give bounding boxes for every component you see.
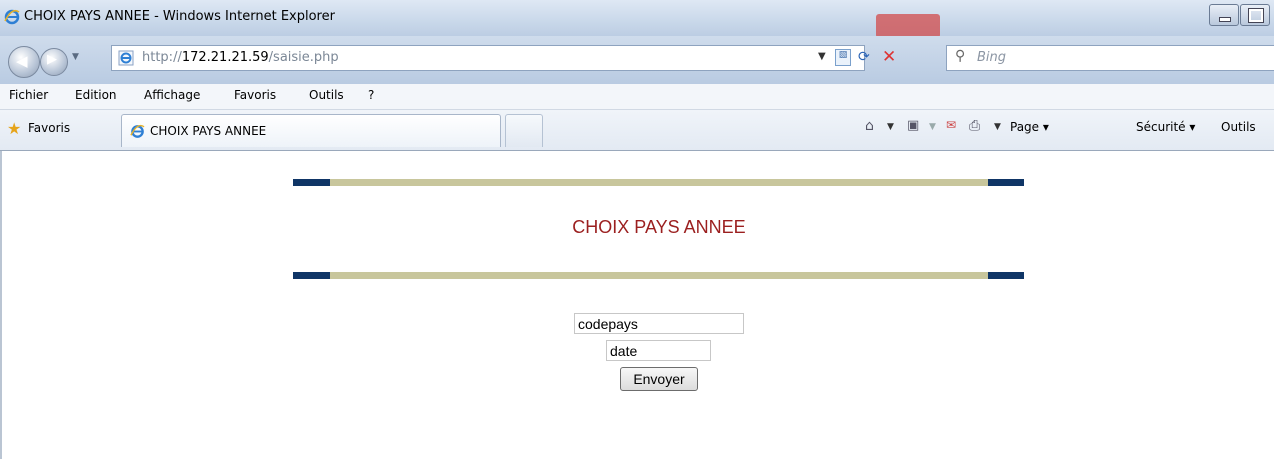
home-dropdown-icon[interactable]: ▼ [887, 122, 894, 132]
ie-icon [130, 124, 145, 138]
menu-item-favoris[interactable]: Favoris [234, 88, 276, 102]
codepays-input[interactable]: codepays [574, 313, 744, 334]
bar-end-right [988, 179, 1024, 186]
menu-bar: Fichier Edition Affichage Favoris Outils… [0, 84, 1274, 110]
url-path: /saisie.php [268, 50, 339, 65]
ie-icon [4, 9, 20, 25]
url-prefix: http:// [142, 50, 182, 65]
back-button[interactable]: ◀ [8, 46, 40, 78]
tools-menu[interactable]: Outils [1221, 120, 1256, 134]
star-icon[interactable]: ★ [7, 119, 21, 138]
print-icon[interactable]: ⎙ [969, 118, 980, 134]
window-controls [1208, 4, 1270, 26]
page-menu-label: Page [1010, 120, 1040, 134]
envoyer-button[interactable]: Envoyer [620, 367, 698, 391]
maximize-button[interactable] [1240, 4, 1270, 26]
tools-menu-label: Outils [1221, 120, 1256, 134]
search-placeholder: Bing [977, 50, 1007, 65]
menu-item-fichier[interactable]: Fichier [9, 88, 48, 102]
address-bar[interactable]: http://172.21.21.59/saisie.php ▼ ▧ ⟳ ✕ [111, 45, 896, 71]
bar-end-left [293, 179, 330, 186]
search-icon: ⚲ [955, 48, 966, 64]
date-input[interactable]: date [606, 340, 711, 361]
search-box[interactable]: ⚲ Bing [946, 45, 1274, 71]
menu-item-affichage[interactable]: Affichage [144, 88, 200, 102]
bar-end-left [293, 272, 330, 279]
bar-end-right [988, 272, 1024, 279]
page-heading: CHOIX PAYS ANNEE [572, 217, 746, 237]
decorative-bar-bottom [293, 272, 1024, 279]
tab-choix-pays-annee[interactable]: CHOIX PAYS ANNEE [121, 114, 501, 147]
menu-item-help[interactable]: ? [368, 88, 374, 102]
url-text: http://172.21.21.59/saisie.php [142, 50, 339, 65]
stop-icon[interactable]: ✕ [882, 47, 896, 67]
security-menu-label: Sécurité [1136, 120, 1186, 134]
print-dropdown-icon[interactable]: ▼ [994, 122, 1001, 132]
mail-icon[interactable]: ✉ [946, 118, 956, 132]
title-bar: CHOIX PAYS ANNEE - Windows Internet Expl… [0, 0, 1274, 36]
favorites-button[interactable]: Favoris [28, 121, 70, 135]
window-title: CHOIX PAYS ANNEE - Windows Internet Expl… [24, 9, 335, 24]
page-content: CHOIX PAYS ANNEE codepays date Envoyer [0, 151, 1274, 459]
url-host: 172.21.21.59 [181, 50, 269, 65]
feeds-dropdown-icon[interactable]: ▼ [929, 122, 936, 132]
new-tab-button[interactable] [505, 114, 543, 147]
security-menu[interactable]: Sécurité ▾ [1136, 120, 1195, 134]
compatibility-view-icon[interactable]: ▧ [835, 49, 851, 66]
menu-item-outils[interactable]: Outils [309, 88, 344, 102]
feeds-icon[interactable]: ▣ [907, 118, 919, 133]
menu-item-edition[interactable]: Edition [75, 88, 117, 102]
refresh-icon[interactable]: ⟳ [858, 49, 870, 65]
forward-icon: ▶ [47, 52, 57, 67]
back-icon: ◀ [16, 52, 28, 70]
decorative-bar-top [293, 179, 1024, 186]
forward-button[interactable]: ▶ [40, 48, 68, 76]
page-menu[interactable]: Page ▾ [1010, 120, 1049, 134]
address-dropdown-icon[interactable]: ▼ [818, 51, 826, 62]
background-window-icon [876, 14, 940, 38]
minimize-button[interactable] [1209, 4, 1239, 26]
recent-pages-dropdown[interactable]: ▼ [72, 52, 79, 62]
home-icon[interactable]: ⌂ [865, 118, 874, 134]
tab-label: CHOIX PAYS ANNEE [150, 124, 267, 138]
page-icon [118, 50, 134, 66]
